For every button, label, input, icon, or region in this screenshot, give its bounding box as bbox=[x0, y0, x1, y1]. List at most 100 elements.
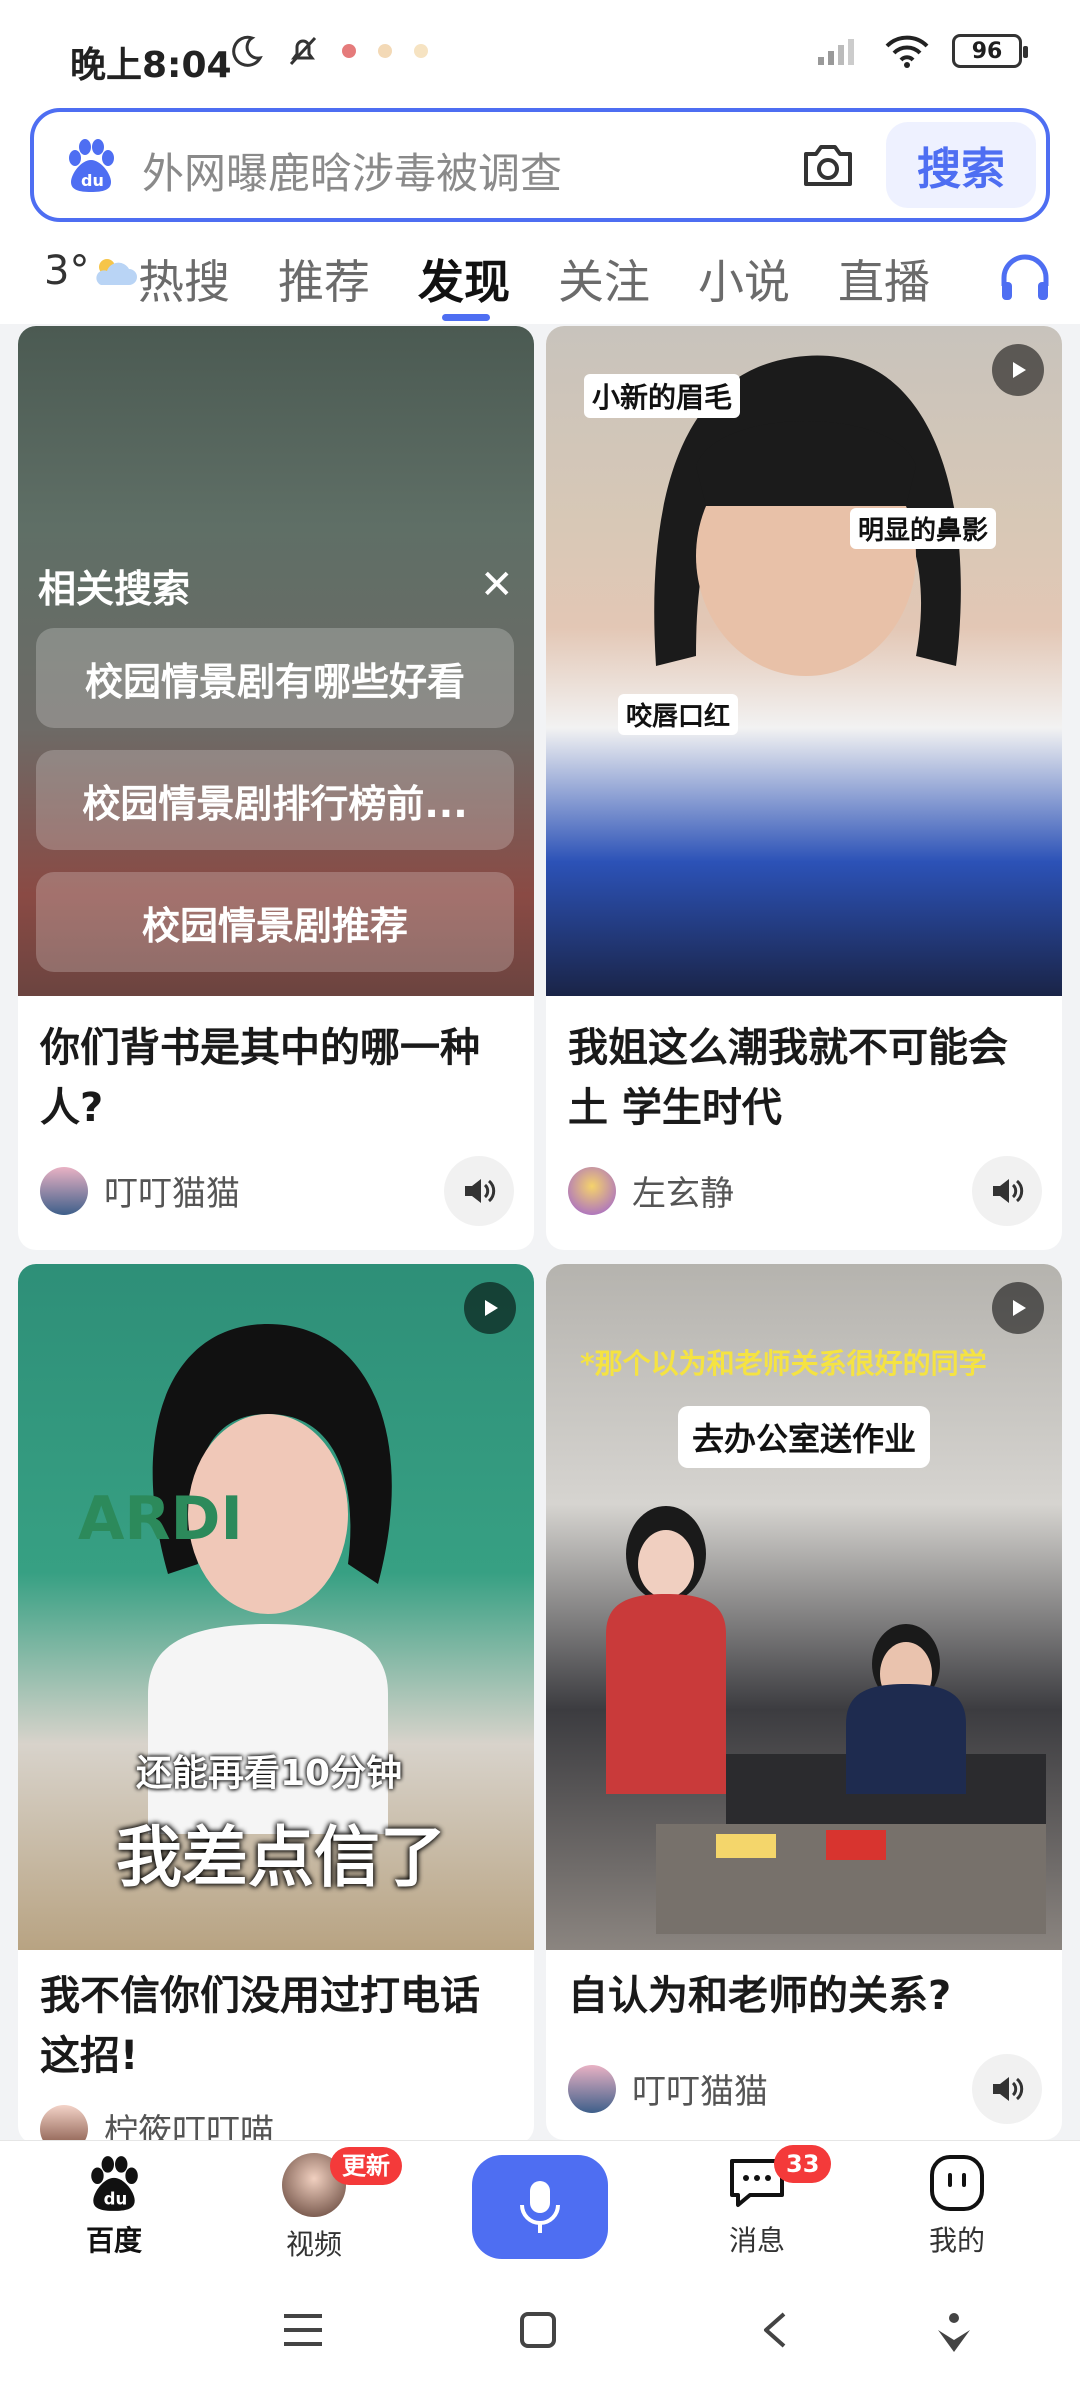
card-title[interactable]: 自认为和老师的关系? bbox=[568, 1966, 1046, 2026]
page: 晚上8:04 96 du 外网曝鹿晗涉毒被调查 搜索 3° 热搜 推荐 发现 关… bbox=[0, 0, 1080, 2400]
notification-dot-icon bbox=[414, 44, 428, 58]
home-square-icon[interactable] bbox=[518, 2310, 558, 2350]
search-button[interactable]: 搜索 bbox=[886, 122, 1036, 208]
speaker-button[interactable] bbox=[972, 2054, 1042, 2124]
search-bar-area: du 外网曝鹿晗涉毒被调查 搜索 bbox=[0, 100, 1080, 230]
video-thumbnail[interactable]: *那个以为和老师关系很好的同学 去办公室送作业 bbox=[546, 1264, 1062, 1950]
speaker-icon bbox=[993, 2077, 1024, 2101]
video-update-badge: 更新 bbox=[330, 2147, 402, 2185]
mic-icon bbox=[520, 2181, 560, 2233]
close-icon[interactable]: ✕ bbox=[480, 562, 514, 608]
play-button[interactable] bbox=[992, 344, 1044, 396]
system-nav-bar bbox=[0, 2270, 1080, 2400]
assistant-icon[interactable] bbox=[934, 2310, 974, 2354]
search-box[interactable]: du 外网曝鹿晗涉毒被调查 搜索 bbox=[30, 108, 1050, 222]
author-name: 左玄静 bbox=[632, 1174, 734, 1214]
bottom-nav: du 百度 视频 更新 消息 33 我的 bbox=[0, 2140, 1080, 2270]
caption-nose-shadow: 明显的鼻影 bbox=[850, 508, 997, 549]
status-time: 晚上8:04 bbox=[70, 45, 232, 86]
related-search-item[interactable]: 校园情景剧推荐 bbox=[36, 872, 514, 972]
related-search-item[interactable]: 校园情景剧有哪些好看 bbox=[36, 628, 514, 728]
author-name: 柠筱叮叮喵 bbox=[104, 2112, 274, 2144]
camera-icon[interactable] bbox=[796, 134, 860, 198]
related-search-title: 相关搜索 bbox=[38, 567, 191, 611]
weather-widget[interactable]: 3° bbox=[44, 248, 138, 294]
play-icon bbox=[1013, 1300, 1026, 1316]
play-button[interactable] bbox=[992, 1282, 1044, 1334]
voice-search-button[interactable] bbox=[472, 2155, 608, 2259]
avatar bbox=[568, 1166, 616, 1215]
video-thumbnail[interactable]: ARDI 还能再看10分钟 我差点信了 bbox=[18, 1264, 534, 1950]
speaker-icon bbox=[993, 1179, 1024, 1203]
card-author[interactable]: 柠筱叮叮喵 bbox=[40, 2104, 274, 2144]
messages-count-badge: 33 bbox=[774, 2145, 832, 2183]
caption-lipstick: 咬唇口红 bbox=[618, 694, 739, 735]
caption-subtitle: 还能再看10分钟 bbox=[136, 1753, 403, 1794]
tab-discover[interactable]: 发现 bbox=[418, 246, 510, 312]
speaker-button[interactable] bbox=[972, 1156, 1042, 1226]
wifi-icon bbox=[885, 35, 929, 68]
search-input[interactable]: 外网曝鹿晗涉毒被调查 bbox=[142, 140, 562, 201]
caption-top: *那个以为和老师关系很好的同学 bbox=[580, 1347, 987, 1380]
tab-novel[interactable]: 小说 bbox=[698, 246, 790, 312]
related-search-item[interactable]: 校园情景剧排行榜前... bbox=[36, 750, 514, 850]
svg-text:du: du bbox=[104, 2190, 128, 2209]
notification-dot-icon bbox=[342, 44, 356, 58]
tab-recommend[interactable]: 推荐 bbox=[278, 246, 370, 312]
play-button[interactable] bbox=[464, 1282, 516, 1334]
card-author[interactable]: 叮叮猫猫 bbox=[568, 2064, 768, 2113]
back-icon[interactable] bbox=[760, 2310, 790, 2350]
feed-card[interactable]: 相关搜索 ✕ 校园情景剧有哪些好看 校园情景剧排行榜前... 校园情景剧推荐 你… bbox=[18, 326, 534, 1250]
baidu-paw-icon: du bbox=[91, 2156, 138, 2211]
active-tab-indicator bbox=[442, 314, 490, 321]
menu-icon[interactable] bbox=[280, 2310, 326, 2350]
author-name: 叮叮猫猫 bbox=[104, 1174, 240, 1214]
video-thumbnail[interactable]: 小新的眉毛 明显的鼻影 咬唇口红 bbox=[546, 326, 1062, 996]
status-left-icons bbox=[230, 34, 428, 68]
notification-dot-icon bbox=[378, 44, 392, 58]
tab-live[interactable]: 直播 bbox=[838, 246, 930, 312]
card-title[interactable]: 我姐这么潮我就不可能会土 学生时代 bbox=[568, 1018, 1046, 1138]
card-author[interactable]: 叮叮猫猫 bbox=[40, 1166, 240, 1215]
avatar bbox=[568, 2064, 616, 2113]
card-title[interactable]: 你们背书是其中的哪一种人? bbox=[40, 1018, 518, 1138]
moon-icon bbox=[232, 35, 263, 67]
speaker-icon bbox=[465, 1179, 496, 1203]
caption-box: 去办公室送作业 bbox=[678, 1406, 931, 1468]
author-name: 叮叮猫猫 bbox=[632, 2072, 768, 2112]
nav-label: 百度 bbox=[85, 2224, 142, 2257]
classroom-scene-image bbox=[606, 1506, 1046, 1934]
nav-label: 消息 bbox=[728, 2224, 785, 2257]
signal-icon bbox=[818, 39, 854, 65]
cloud-icon bbox=[96, 259, 138, 285]
status-bar: 晚上8:04 96 bbox=[0, 0, 1080, 110]
channel-tabs: 3° 热搜 推荐 发现 关注 小说 直播 bbox=[0, 230, 1080, 324]
card-author[interactable]: 左玄静 bbox=[568, 1166, 734, 1215]
tab-follow[interactable]: 关注 bbox=[558, 246, 650, 312]
nav-label: 我的 bbox=[928, 2224, 985, 2257]
play-icon bbox=[485, 1300, 498, 1316]
caption-eyebrows: 小新的眉毛 bbox=[584, 374, 741, 418]
video-thumbnail[interactable]: 相关搜索 ✕ 校园情景剧有哪些好看 校园情景剧排行榜前... 校园情景剧推荐 bbox=[18, 326, 534, 996]
feed-card[interactable]: ARDI 还能再看10分钟 我差点信了 我不信你们没用过打电话这招! 柠筱叮叮喵 bbox=[18, 1264, 534, 2144]
avatar bbox=[40, 2104, 88, 2144]
play-icon bbox=[1013, 362, 1026, 378]
svg-text:du: du bbox=[81, 171, 104, 190]
battery-icon: 96 bbox=[952, 34, 1028, 68]
tab-hot[interactable]: 热搜 bbox=[138, 246, 230, 312]
feed-card[interactable]: *那个以为和老师关系很好的同学 去办公室送作业 自认为和老师的关系? 叮叮猫猫 bbox=[546, 1264, 1062, 2140]
weather-temp: 3° bbox=[44, 248, 90, 294]
nav-home[interactable]: du 百度 bbox=[84, 2153, 144, 2259]
card-title[interactable]: 我不信你们没用过打电话这招! bbox=[40, 1966, 518, 2086]
status-right-icons: 96 bbox=[816, 34, 1028, 68]
robot-icon bbox=[930, 2155, 984, 2211]
nav-me[interactable]: 我的 bbox=[926, 2153, 988, 2259]
caption-headline: 我差点信了 bbox=[116, 1819, 446, 1896]
avatar bbox=[40, 1166, 88, 1215]
shirt-print: ARDI bbox=[78, 1484, 243, 1554]
feed-card[interactable]: 小新的眉毛 明显的鼻影 咬唇口红 我姐这么潮我就不可能会土 学生时代 左玄静 bbox=[546, 326, 1062, 1250]
nav-label: 视频 bbox=[285, 2228, 342, 2261]
baidu-logo-icon: du bbox=[69, 139, 114, 192]
headset-icon[interactable] bbox=[996, 250, 1054, 308]
speaker-button[interactable] bbox=[444, 1156, 514, 1226]
